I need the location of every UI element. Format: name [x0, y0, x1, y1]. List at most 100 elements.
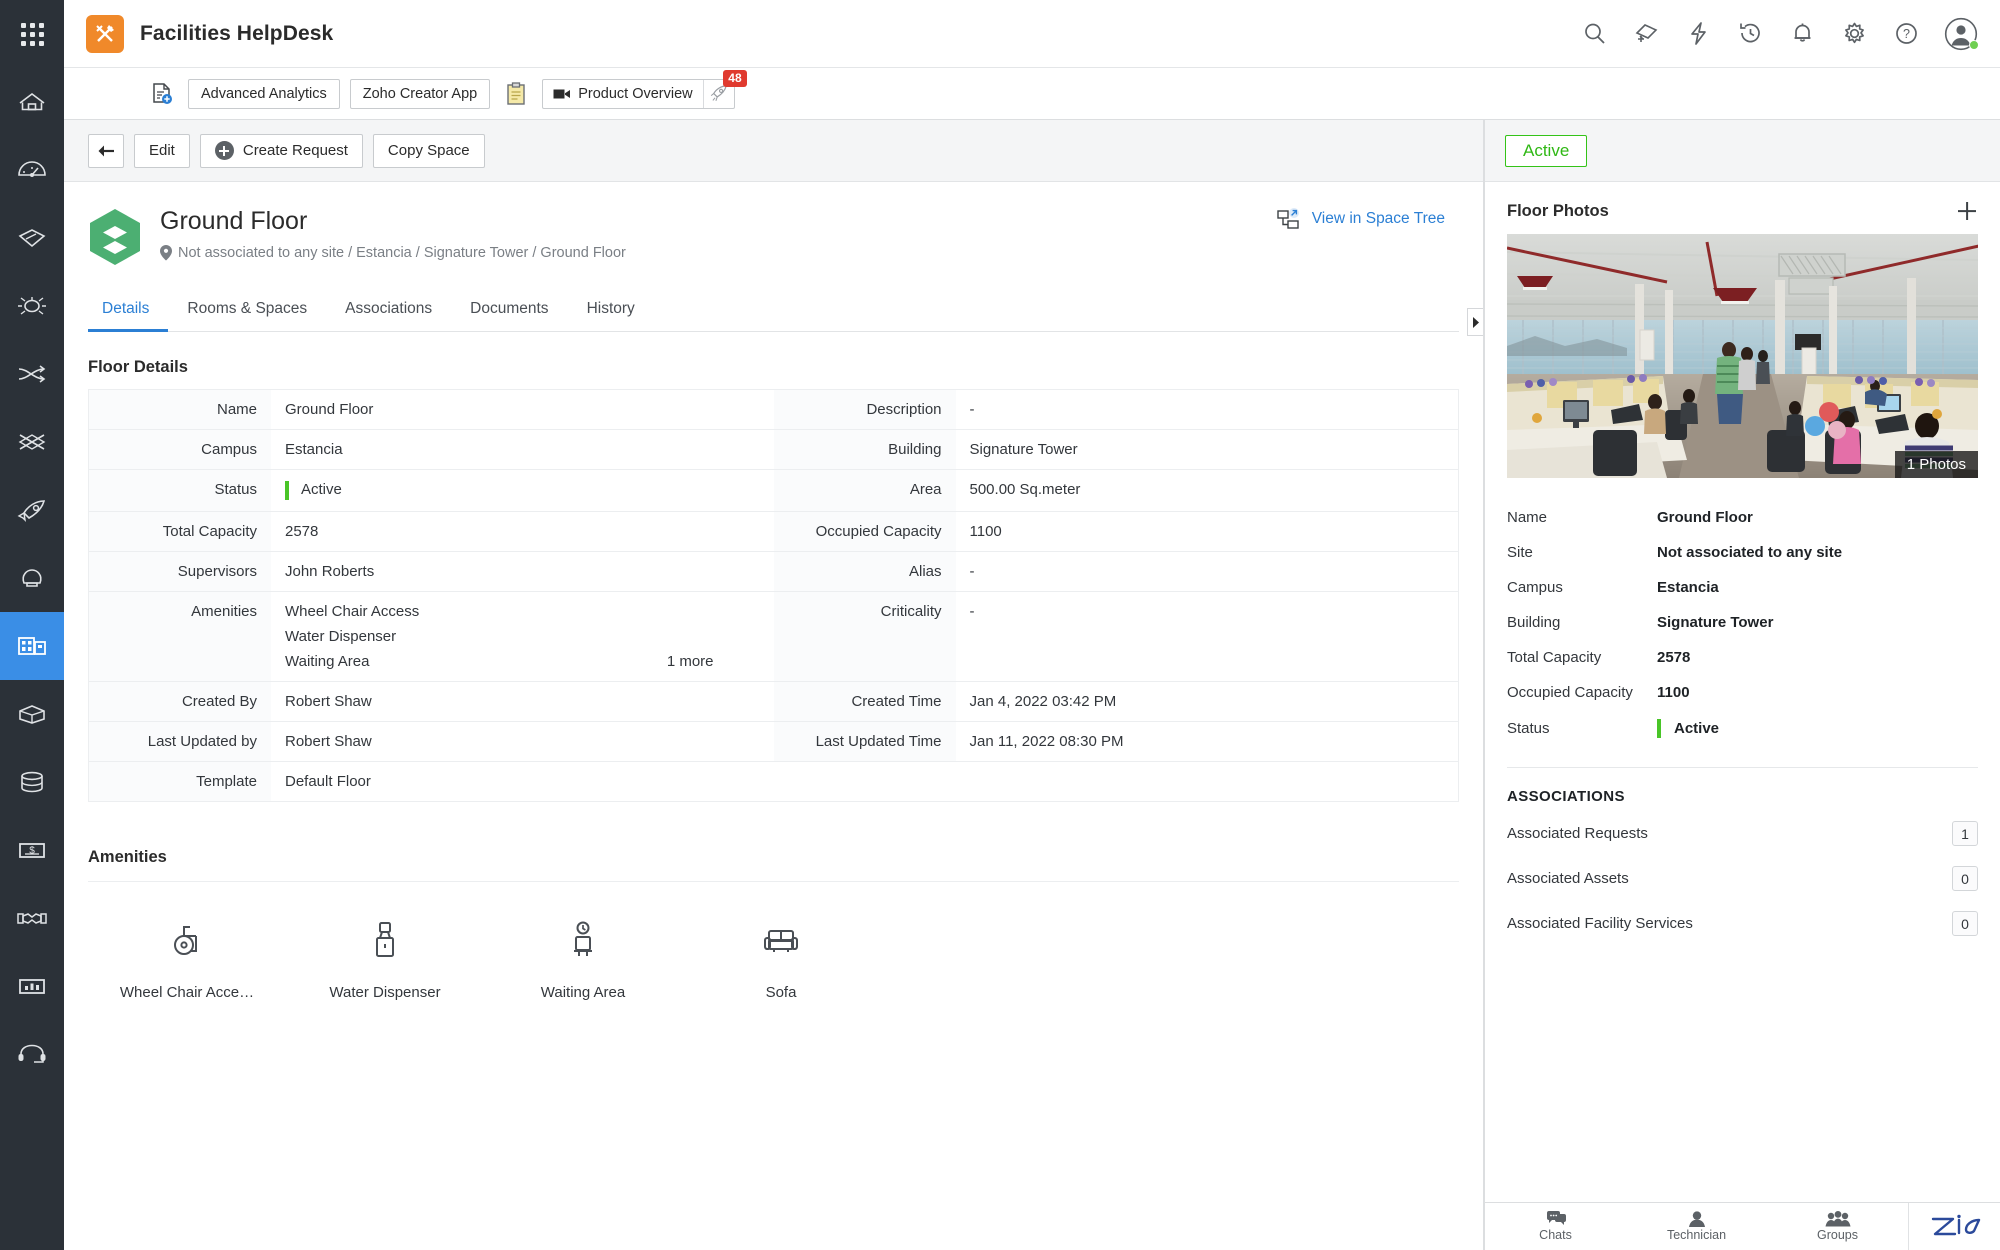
- apps-grid-button[interactable]: [0, 0, 64, 68]
- summary-value-status: Active: [1657, 719, 1719, 738]
- tab-associations[interactable]: Associations: [326, 290, 451, 331]
- floor-photo[interactable]: 1 Photos: [1507, 234, 1978, 478]
- field-label: Last Updated Time: [774, 722, 956, 761]
- space-tree-label: View in Space Tree: [1312, 210, 1445, 228]
- sidebar-item-requests[interactable]: [0, 204, 64, 272]
- section-title-floor-details: Floor Details: [88, 358, 1459, 377]
- avatar[interactable]: [1944, 17, 1978, 51]
- sidebar-item-home[interactable]: [0, 68, 64, 136]
- rocket-icon[interactable]: [704, 84, 734, 103]
- amenity-card-sofa[interactable]: Sofa: [682, 918, 880, 1001]
- back-button[interactable]: [88, 134, 124, 168]
- sidebar-item-releases[interactable]: [0, 408, 64, 476]
- app-logo: [86, 15, 124, 53]
- association-count[interactable]: 1: [1952, 821, 1978, 846]
- summary-row: Total Capacity 2578: [1507, 640, 1978, 675]
- collapse-panel-toggle[interactable]: [1467, 308, 1483, 336]
- help-question-icon[interactable]: ?: [1892, 20, 1920, 48]
- association-row[interactable]: Associated Assets 0: [1507, 856, 1978, 901]
- field-label: Last Updated by: [89, 722, 271, 761]
- add-photo-icon[interactable]: [1956, 200, 1978, 222]
- tab-rooms-and-spaces[interactable]: Rooms & Spaces: [168, 290, 326, 331]
- table-row: Status Active Area500.00 Sq.meter: [89, 470, 1458, 512]
- floor-photos-header: Floor Photos: [1485, 182, 2000, 234]
- rail-items: $: [0, 68, 64, 1088]
- sidebar-item-assets[interactable]: [0, 680, 64, 748]
- field-value: 500.00 Sq.meter: [956, 470, 1459, 511]
- chat-tab-label: Groups: [1817, 1228, 1858, 1242]
- quick-link-product-overview[interactable]: Product Overview: [542, 79, 734, 109]
- spaces-building-icon: [16, 634, 48, 658]
- association-row[interactable]: Associated Facility Services 0: [1507, 901, 1978, 946]
- field-value: Estancia: [271, 430, 774, 469]
- field-value: Signature Tower: [956, 430, 1459, 469]
- chat-tab-chats[interactable]: Chats: [1485, 1203, 1626, 1250]
- summary-pane: Active Floor Photos: [1484, 120, 2000, 1250]
- quick-link-zoho-creator-app[interactable]: Zoho Creator App: [350, 79, 490, 109]
- summary-value: 2578: [1657, 649, 1690, 666]
- new-document-add-icon[interactable]: [146, 79, 178, 109]
- history-clock-icon[interactable]: [1736, 20, 1764, 48]
- amenities-more-link[interactable]: 1 more: [667, 653, 760, 670]
- online-status-dot: [1969, 40, 1979, 50]
- field-value: Robert Shaw: [271, 722, 774, 761]
- releases-icon: [16, 430, 48, 454]
- problems-bug-icon: [17, 294, 47, 318]
- association-count[interactable]: 0: [1952, 866, 1978, 891]
- field-value: -: [956, 390, 1459, 429]
- home-icon: [17, 90, 47, 114]
- sidebar-item-changes[interactable]: [0, 340, 64, 408]
- amenity-value: Wheel Chair Access: [285, 603, 419, 620]
- table-row: TemplateDefault Floor: [89, 762, 1458, 802]
- sidebar-item-solutions[interactable]: [0, 544, 64, 612]
- chat-tab-technician[interactable]: Technician: [1626, 1203, 1767, 1250]
- settings-gear-icon[interactable]: [1840, 20, 1868, 48]
- sidebar-item-contracts[interactable]: [0, 884, 64, 952]
- chat-tab-label: Chats: [1539, 1228, 1572, 1242]
- notifications-bell-icon[interactable]: [1788, 20, 1816, 48]
- summary-label: Building: [1507, 614, 1657, 631]
- field-label: Campus: [89, 430, 271, 469]
- association-row[interactable]: Associated Requests 1: [1507, 811, 1978, 856]
- sidebar-item-problems[interactable]: [0, 272, 64, 340]
- sidebar-item-support[interactable]: [0, 1020, 64, 1088]
- tab-documents[interactable]: Documents: [451, 290, 567, 331]
- associations-section: ASSOCIATIONS Associated Requests 1 Assoc…: [1485, 768, 2000, 946]
- status-indicator: [285, 481, 289, 500]
- chat-tab-label: Technician: [1667, 1228, 1726, 1242]
- amenity-card-wheelchair[interactable]: Wheel Chair Acce…: [88, 918, 286, 1001]
- sidebar-item-spaces[interactable]: [0, 612, 64, 680]
- chat-tab-groups[interactable]: Groups: [1767, 1203, 1908, 1250]
- clipboard-icon[interactable]: [500, 79, 532, 109]
- product-overview-label: Product Overview: [578, 86, 692, 102]
- amenity-card-water-dispenser[interactable]: Water Dispenser: [286, 918, 484, 1001]
- field-label: Created By: [89, 682, 271, 721]
- copy-space-button[interactable]: Copy Space: [373, 134, 485, 168]
- svg-text:$: $: [29, 846, 35, 857]
- create-request-button[interactable]: Create Request: [200, 134, 363, 168]
- add-ticket-icon[interactable]: [1632, 20, 1660, 48]
- field-value: [956, 762, 1459, 801]
- edit-button[interactable]: Edit: [134, 134, 190, 168]
- sidebar-item-cmdb[interactable]: [0, 748, 64, 816]
- record-titles: Ground Floor Not associated to any site …: [160, 208, 626, 261]
- sidebar-item-dashboards[interactable]: [0, 136, 64, 204]
- association-count[interactable]: 0: [1952, 911, 1978, 936]
- zia-assistant-button[interactable]: [1908, 1203, 2000, 1250]
- quick-actions-lightning-icon[interactable]: [1684, 20, 1712, 48]
- content-area: Edit Create Request Copy Space: [64, 120, 2000, 1250]
- sidebar-item-purchase[interactable]: $: [0, 816, 64, 884]
- status-text: Active: [1674, 720, 1719, 737]
- search-icon[interactable]: [1580, 20, 1608, 48]
- sidebar-item-projects[interactable]: [0, 476, 64, 544]
- tab-details[interactable]: Details: [88, 290, 168, 331]
- quick-link-advanced-analytics[interactable]: Advanced Analytics: [188, 79, 340, 109]
- summary-fields: Name Ground Floor Site Not associated to…: [1485, 478, 2000, 761]
- status-badge[interactable]: Active: [1505, 135, 1587, 167]
- view-in-space-tree-link[interactable]: View in Space Tree: [1277, 208, 1459, 230]
- tab-history[interactable]: History: [568, 290, 654, 331]
- sidebar-item-reports[interactable]: [0, 952, 64, 1020]
- amenity-card-waiting-area[interactable]: Waiting Area: [484, 918, 682, 1001]
- app-title: Facilities HelpDesk: [140, 22, 333, 46]
- contracts-handshake-icon: [16, 906, 48, 930]
